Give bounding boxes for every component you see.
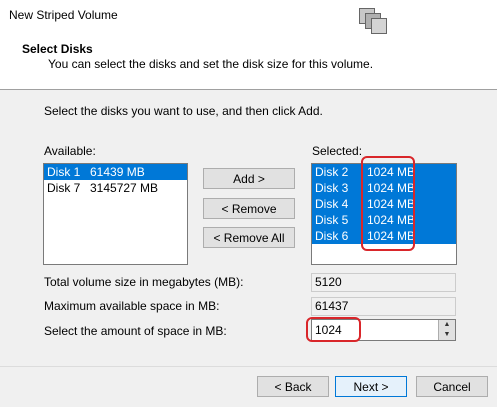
window-title: New Striped Volume: [9, 8, 118, 22]
cancel-button[interactable]: Cancel: [416, 376, 488, 397]
back-button[interactable]: < Back: [257, 376, 329, 397]
down-arrow-icon[interactable]: ▼: [439, 330, 455, 340]
disk-name: Disk 5: [315, 213, 349, 227]
available-disks-list[interactable]: Disk 1 61439 MB Disk 7 3145727 MB: [43, 163, 188, 265]
instruction-text: Select the disks you want to use, and th…: [44, 104, 323, 118]
amount-highlight-annotation: [306, 317, 361, 342]
next-button[interactable]: Next >: [335, 376, 407, 397]
title-bar: New Striped Volume: [0, 0, 497, 30]
total-size-label: Total volume size in megabytes (MB):: [44, 275, 244, 289]
list-item[interactable]: Disk 1 61439 MB: [44, 164, 187, 180]
remove-all-button[interactable]: < Remove All: [203, 227, 295, 248]
disk-name: Disk 2: [315, 165, 349, 179]
remove-button[interactable]: < Remove: [203, 198, 295, 219]
available-label: Available:: [44, 144, 96, 158]
page-title: Select Disks: [22, 42, 93, 56]
wizard-footer: < Back Next > Cancel: [0, 367, 497, 407]
disk-name: Disk 7: [47, 181, 81, 195]
disk-size: 3145727 MB: [90, 181, 159, 195]
wizard-header: Select Disks You can select the disks an…: [0, 30, 497, 89]
disk-name: Disk 6: [315, 229, 349, 243]
disk-name: Disk 4: [315, 197, 349, 211]
wizard-body: Select the disks you want to use, and th…: [0, 90, 497, 366]
selected-label: Selected:: [312, 144, 363, 158]
amount-label: Select the amount of space in MB:: [44, 324, 227, 338]
max-space-value: 61437: [311, 297, 456, 316]
size-highlight-annotation: [361, 156, 415, 251]
spinner-buttons: ▲ ▼: [438, 320, 455, 340]
max-space-label: Maximum available space in MB:: [44, 299, 220, 313]
page-subtitle: You can select the disks and set the dis…: [48, 57, 374, 71]
list-item[interactable]: Disk 7 3145727 MB: [44, 180, 187, 196]
disk-size: 61439 MB: [90, 165, 145, 179]
add-button[interactable]: Add >: [203, 168, 295, 189]
disk-name: Disk 3: [315, 181, 349, 195]
disk-name: Disk 1: [47, 165, 81, 179]
total-size-value: 5120: [311, 273, 456, 292]
disk-stack-icon: [357, 6, 387, 34]
